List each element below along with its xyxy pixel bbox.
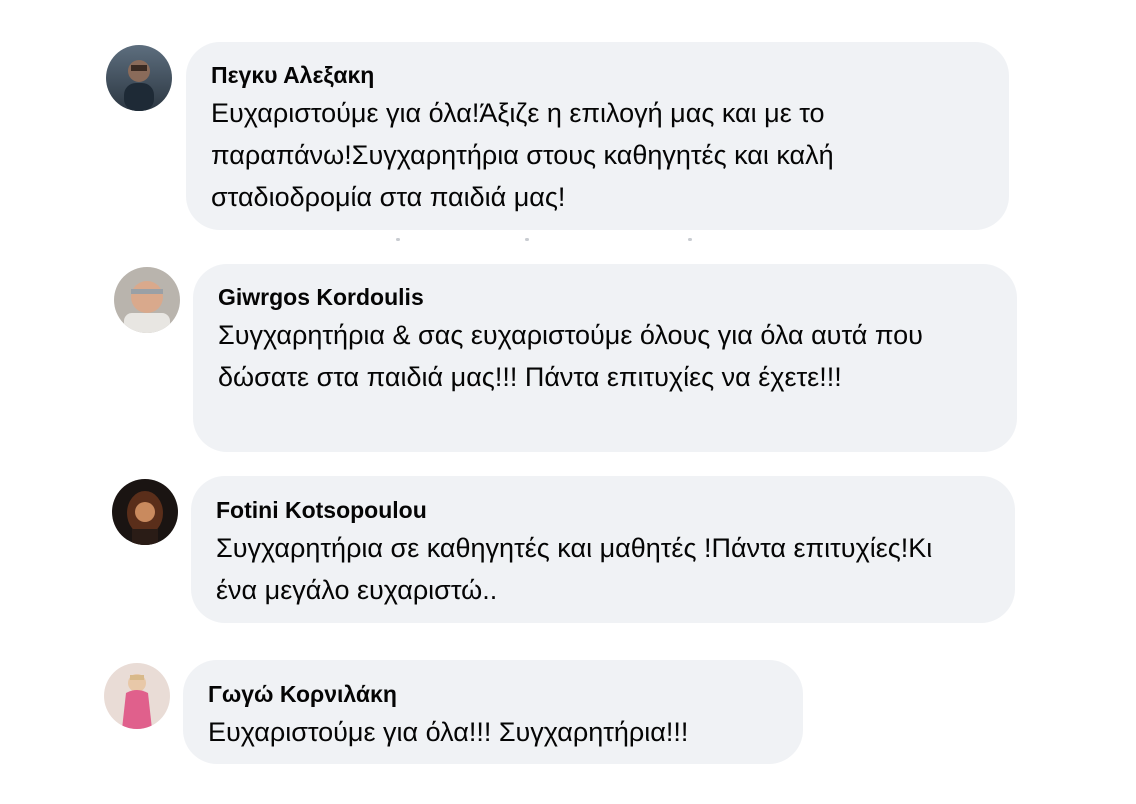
avatar-photo xyxy=(104,663,170,729)
comment-text: Ευχαριστούμε για όλα!!! Συγχαρητήρια!!! xyxy=(208,717,689,747)
comments-section: Πεγκυ Αλεξακη Ευχαριστούμε για όλα!Άξιζε… xyxy=(0,0,1136,804)
commenter-avatar[interactable] xyxy=(104,663,170,729)
comment: Γωγώ Κορνιλάκη Ευχαριστούμε για όλα!!! Σ… xyxy=(0,0,1136,804)
comment-author[interactable]: Γωγώ Κορνιλάκη xyxy=(208,680,397,708)
